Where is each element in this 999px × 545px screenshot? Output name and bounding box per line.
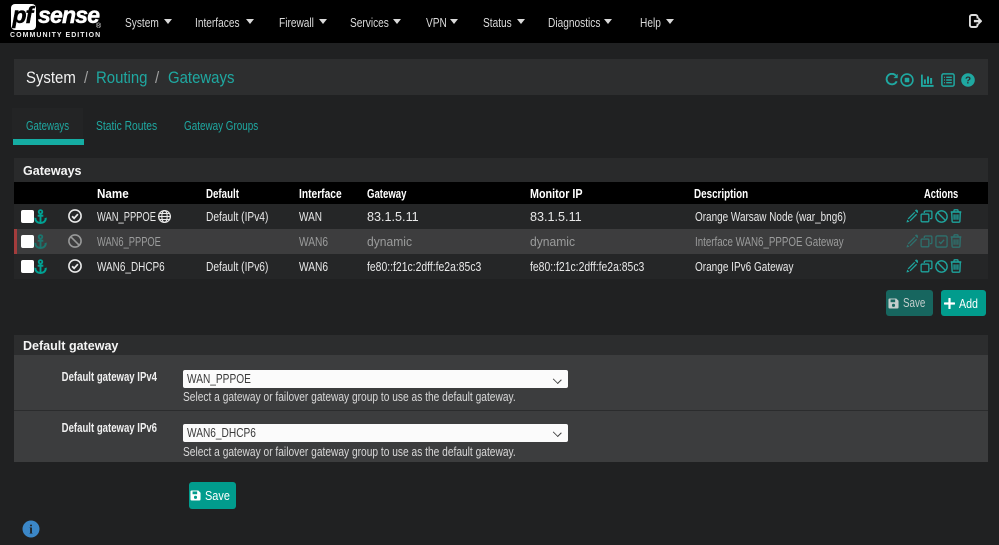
svg-text:?: ? (965, 76, 971, 87)
svg-text:i: i (29, 523, 33, 537)
